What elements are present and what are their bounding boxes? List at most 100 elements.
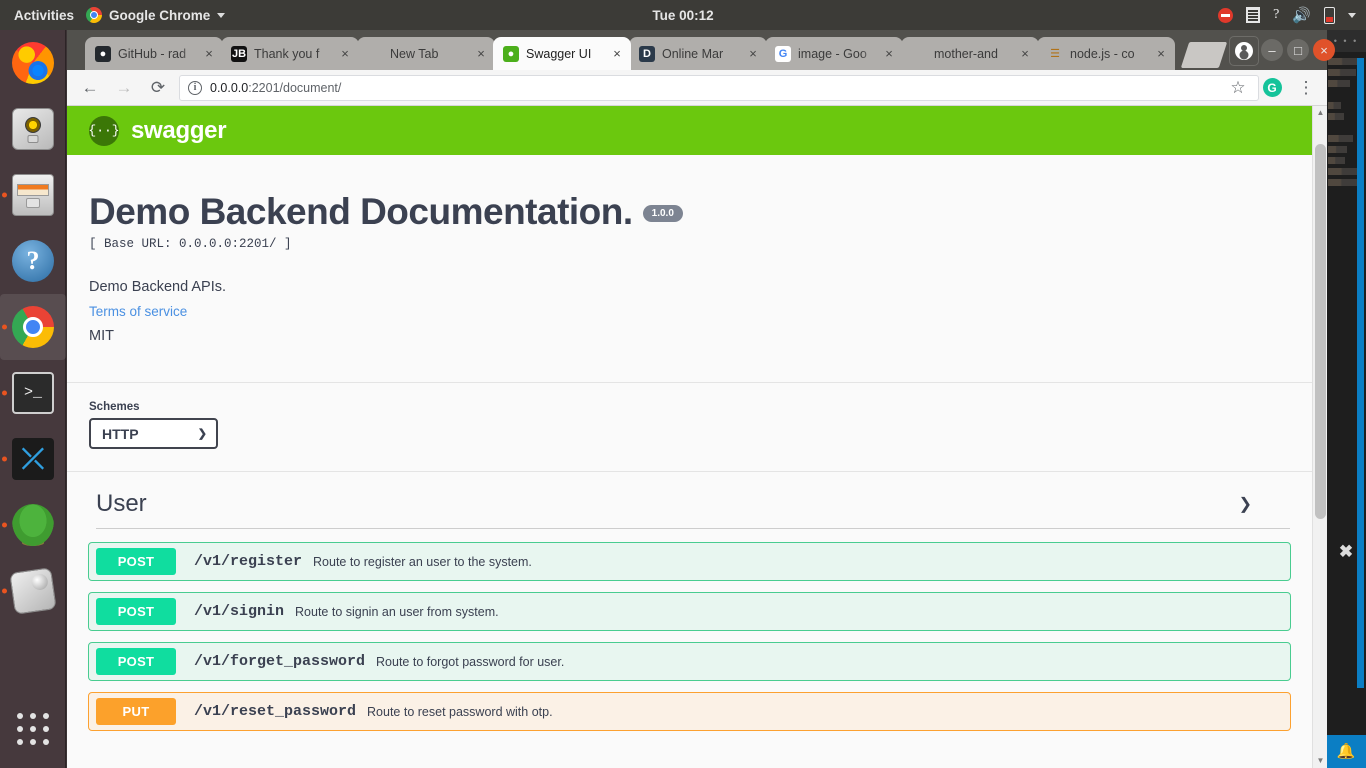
chrome-menu-button[interactable]: ⋮ [1289,71,1323,105]
grammarly-extension-icon[interactable]: G [1255,71,1289,105]
background-close-icon[interactable]: ✖ [1339,542,1353,562]
chevron-down-icon[interactable]: ❯ [1239,494,1252,514]
jetbrains-icon: JB [231,45,247,62]
tab-close-icon[interactable]: × [745,46,761,61]
browser-tab-online-marketplace[interactable]: D Online Mar × [629,37,767,70]
help-icon[interactable]: ? [1273,7,1279,23]
page-title: Demo Backend Documentation. [89,191,633,232]
tab-close-icon[interactable]: × [1153,46,1169,61]
page-scrollbar[interactable]: ▲ ▼ [1312,106,1327,768]
url-host: 0.0.0.0 [210,80,249,95]
tab-title: Swagger UI [526,46,592,61]
dock-item-postman[interactable] [0,558,66,624]
activities-button[interactable]: Activities [0,8,86,23]
tab-close-icon[interactable]: × [473,46,489,61]
active-app-menu[interactable]: Google Chrome [86,7,226,23]
files-icon [12,174,54,216]
bookmark-star-icon[interactable]: ☆ [1221,71,1255,105]
scrollbar-thumb[interactable] [1315,144,1326,519]
tab-close-icon[interactable]: × [337,46,353,61]
volume-icon[interactable]: 🔊 [1292,6,1311,24]
mongodb-icon [12,504,54,546]
browser-tab-mother-and[interactable]: mother-and × [901,37,1039,70]
battery-icon[interactable] [1324,6,1335,24]
notification-bell-icon[interactable]: 🔔 [1326,735,1366,768]
show-applications-button[interactable] [0,696,66,762]
operations-list: POST /v1/register Route to register an u… [88,542,1291,731]
google-icon: G [775,45,791,62]
swagger-icon: ● [503,45,519,62]
window-minimize-button[interactable]: – [1261,39,1283,61]
system-menu-chevron-icon[interactable] [1348,12,1356,18]
scroll-down-arrow-icon[interactable]: ▼ [1313,754,1328,768]
help-icon: ? [12,240,54,282]
system-indicators[interactable]: ? 🔊 [1218,0,1356,30]
new-tab-button[interactable] [1180,42,1228,68]
operation-row[interactable]: POST /v1/forget_password Route to forgot… [88,642,1291,681]
dock-item-firefox[interactable] [0,30,66,96]
browser-tab-swagger-ui[interactable]: ● Swagger UI × [493,37,631,70]
tab-title: node.js - co [1070,46,1135,61]
avatar-icon [1235,42,1253,60]
dock-item-google-chrome[interactable] [0,294,66,360]
tab-close-icon[interactable]: × [201,46,217,61]
swagger-ui-page: {··} swagger Demo Backend Documentation.… [67,106,1312,768]
rhythmbox-icon [12,108,54,150]
address-bar[interactable]: i 0.0.0.0:2201/document/ [179,74,1259,101]
window-maximize-button[interactable]: □ [1287,39,1309,61]
browser-tab-image-google[interactable]: G image - Goo × [765,37,903,70]
site-info-icon[interactable]: i [188,80,202,95]
tab-close-icon[interactable]: × [881,46,897,61]
dock-item-rhythmbox[interactable] [0,96,66,162]
do-not-disturb-icon[interactable] [1218,7,1234,23]
tab-close-icon[interactable]: × [609,46,625,61]
operation-summary: Route to signin an user from system. [295,604,499,619]
chevron-down-icon: ❯ [197,428,207,440]
browser-tab-github[interactable]: ● GitHub - rad × [85,37,223,70]
swagger-header-bar: {··} swagger [67,106,1312,155]
browser-tab-nodejs[interactable]: ☰ node.js - co × [1037,37,1175,70]
postman-icon [9,567,57,615]
gnome-top-bar: Activities Google Chrome Tue 00:12 ? 🔊 [0,0,1366,30]
operation-summary: Route to forgot password for user. [376,654,565,669]
desktop-background: • • • ✖ 🔔 Activities Google Chrome Tue 0… [0,0,1366,768]
operation-path: /v1/reset_password [194,703,357,720]
dock-item-files[interactable] [0,162,66,228]
schemes-selected-value: HTTP [102,425,139,442]
forward-button[interactable]: → [107,71,141,105]
browser-tab-new-tab[interactable]: New Tab × [357,37,495,70]
dock-item-terminal[interactable]: >_ [0,360,66,426]
ubuntu-dock: ? >_ ⤫ [0,30,66,768]
window-close-button[interactable]: × [1313,39,1335,61]
chrome-icon [86,7,103,23]
chrome-icon [12,306,54,348]
back-button[interactable]: ← [73,71,107,105]
schemes-label: Schemes [89,401,140,413]
tag-header[interactable]: User ❯ [96,490,1290,529]
schemes-select[interactable]: HTTP ❯ [89,418,218,449]
tab-title: image - Goo [798,46,867,61]
list-icon[interactable] [1246,7,1261,23]
browser-tab-jetbrains[interactable]: JB Thank you f × [221,37,359,70]
dock-item-mongodb-compass[interactable] [0,492,66,558]
operation-row[interactable]: POST /v1/signin Route to signin an user … [88,592,1291,631]
active-app-label: Google Chrome [109,7,211,23]
tab-title: GitHub - rad [118,46,187,61]
dock-item-vscode[interactable]: ⤫ [0,426,66,492]
profile-avatar-button[interactable] [1229,36,1259,66]
vscode-icon: ⤫ [12,438,54,480]
operation-row[interactable]: POST /v1/register Route to register an u… [88,542,1291,581]
blank-icon [367,46,383,62]
operation-summary: Route to reset password with otp. [367,704,553,719]
tab-close-icon[interactable]: × [1017,46,1033,61]
operation-row[interactable]: PUT /v1/reset_password Route to reset pa… [88,692,1291,731]
version-badge: 1.0.0 [642,205,683,222]
dock-item-help[interactable]: ? [0,228,66,294]
reload-button[interactable]: ⟳ [141,71,175,105]
http-method-badge: POST [96,648,176,675]
terms-of-service-link[interactable]: Terms of service [89,304,1312,319]
terminal-icon: >_ [12,372,54,414]
scroll-up-arrow-icon[interactable]: ▲ [1313,106,1328,120]
docs-icon: D [639,45,655,62]
api-title-row: Demo Backend Documentation. 1.0.0 [89,191,1312,233]
